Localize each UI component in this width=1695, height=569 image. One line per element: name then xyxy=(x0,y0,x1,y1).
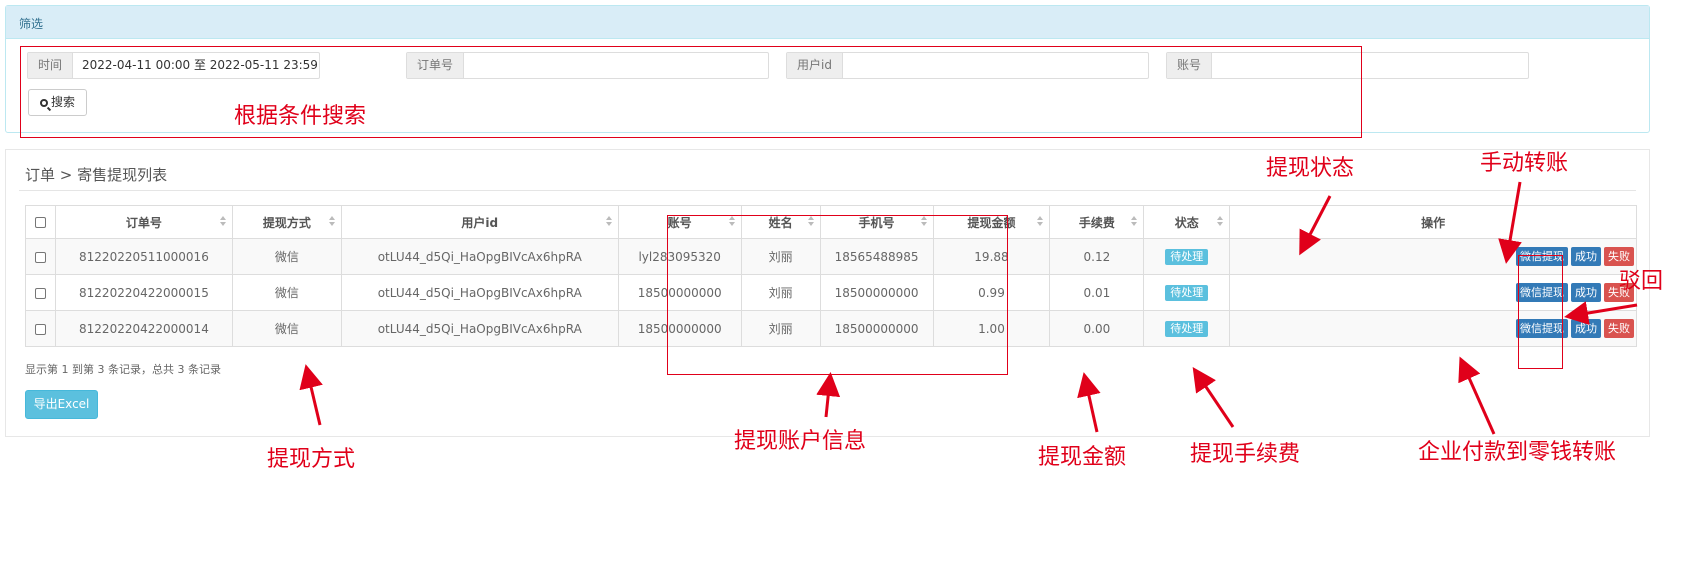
select-all-checkbox[interactable] xyxy=(34,217,46,228)
cell-user-id: otLU44_d5Qi_HaOpgBIVcAx6hpRA xyxy=(340,238,619,275)
annotation-method: 提现方式 xyxy=(267,447,356,472)
cell-user-id: otLU44_d5Qi_HaOpgBIVcAx6hpRA xyxy=(340,274,619,311)
header-order-number[interactable]: 订单号 xyxy=(54,205,233,239)
cell-method: 微信 xyxy=(231,238,342,275)
export-excel-button[interactable]: 导出Excel xyxy=(25,390,98,419)
page: 筛选 时间 2022-04-11 00:00 至 2022-05-11 23:5… xyxy=(0,0,1695,569)
cell-order-number: 81220220422000015 xyxy=(54,274,233,311)
fail-button[interactable]: 失败 xyxy=(1604,247,1634,266)
sort-icon xyxy=(328,216,335,228)
header-user-id[interactable]: 用户id xyxy=(340,205,619,239)
success-button[interactable]: 成功 xyxy=(1571,247,1601,266)
annotation-amount: 提现金额 xyxy=(1038,445,1127,470)
cell-fee: 0.12 xyxy=(1049,238,1145,275)
row-checkbox[interactable] xyxy=(34,287,46,299)
annotation-enterprise-transfer: 企业付款到零钱转账 xyxy=(1418,440,1617,465)
header-method[interactable]: 提现方式 xyxy=(231,205,342,239)
annotation-reject: 驳回 xyxy=(1619,269,1664,294)
annotation-fee: 提现手续费 xyxy=(1190,442,1301,467)
reject-annotation-box xyxy=(1518,255,1563,369)
fail-button[interactable]: 失败 xyxy=(1604,319,1634,338)
status-badge: 待处理 xyxy=(1165,320,1209,337)
filter-title: 筛选 xyxy=(6,6,1649,39)
cell-order-number: 81220220422000014 xyxy=(54,310,233,347)
cell-method: 微信 xyxy=(231,274,342,311)
sort-icon xyxy=(219,216,226,228)
annotation-manual-transfer: 手动转账 xyxy=(1480,151,1569,176)
search-annotation-box xyxy=(20,46,1362,138)
annotation-account-info: 提现账户信息 xyxy=(734,429,867,454)
annotation-status: 提现状态 xyxy=(1266,156,1355,181)
breadcrumb: 订单 > 寄售提现列表 xyxy=(25,166,168,184)
status-badge: 待处理 xyxy=(1165,284,1209,301)
sort-icon xyxy=(1037,216,1044,228)
header-status[interactable]: 状态 xyxy=(1143,205,1231,239)
cell-user-id: otLU44_d5Qi_HaOpgBIVcAx6hpRA xyxy=(340,310,619,347)
cell-fee: 0.01 xyxy=(1049,274,1145,311)
row-checkbox[interactable] xyxy=(34,323,46,335)
account-info-annotation-box xyxy=(667,215,1008,375)
sort-icon xyxy=(1217,216,1224,228)
header-actions: 操作 xyxy=(1229,205,1637,239)
header-fee[interactable]: 手续费 xyxy=(1049,205,1145,239)
success-button[interactable]: 成功 xyxy=(1571,283,1601,302)
pagination-info: 显示第 1 到第 3 条记录，总共 3 条记录 xyxy=(25,363,221,376)
sort-icon xyxy=(1131,216,1138,228)
select-all-header xyxy=(25,205,56,239)
annotation-search: 根据条件搜索 xyxy=(234,104,367,129)
cell-order-number: 81220220511000016 xyxy=(54,238,233,275)
row-checkbox[interactable] xyxy=(34,251,46,263)
success-button[interactable]: 成功 xyxy=(1571,319,1601,338)
sort-icon xyxy=(605,216,612,228)
status-badge: 待处理 xyxy=(1165,248,1209,265)
cell-method: 微信 xyxy=(231,310,342,347)
breadcrumb-divider xyxy=(19,190,1636,191)
cell-fee: 0.00 xyxy=(1049,310,1145,347)
